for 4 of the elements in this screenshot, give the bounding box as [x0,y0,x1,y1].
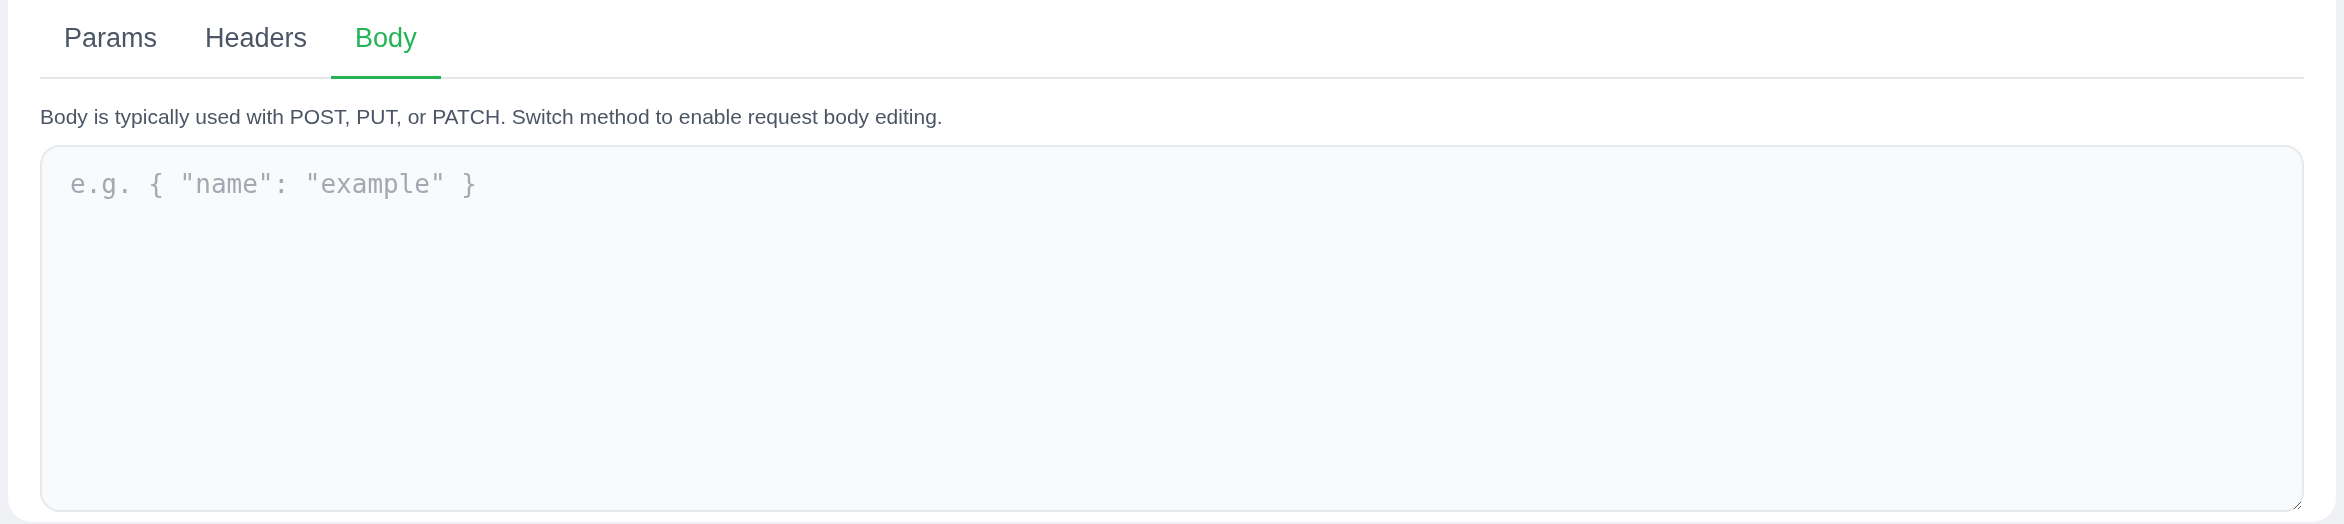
tab[interactable]: Headers [181,0,332,79]
body-input-field[interactable]: e.g. { "name": "example" } [40,145,2304,512]
tab[interactable]: Params [40,0,182,79]
body-hint-text: Body is typically used with POST, PUT, or PATCH. Switch method to enable request body editing. [40,105,944,129]
